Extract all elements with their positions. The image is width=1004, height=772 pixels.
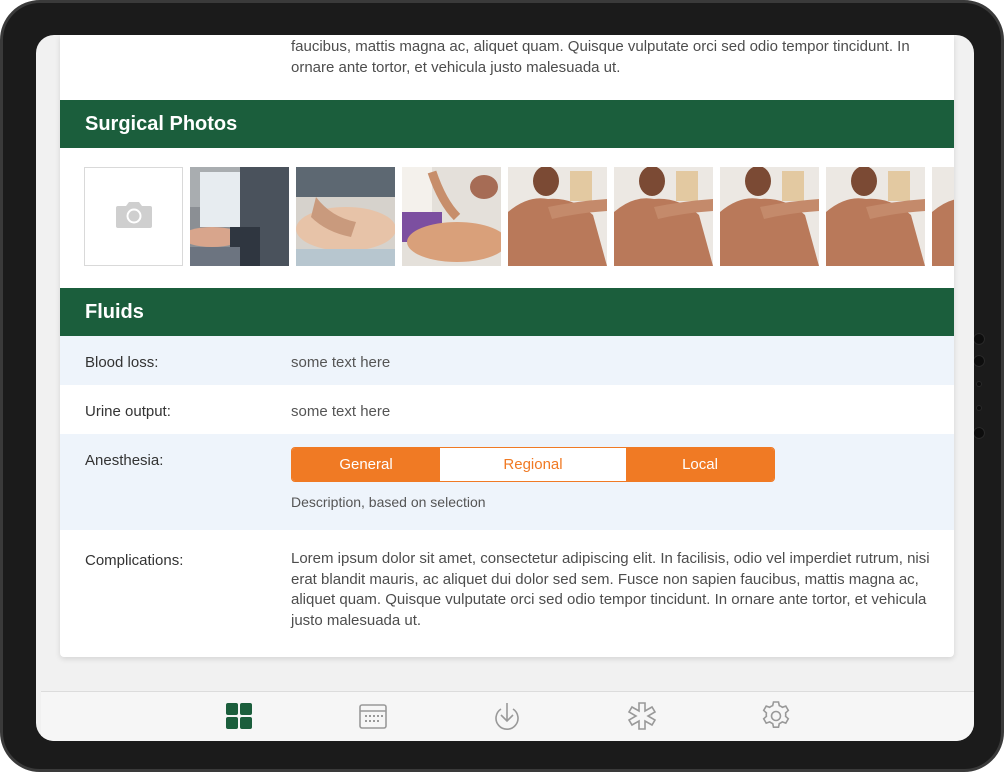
camera-icon <box>114 198 154 235</box>
segment-local[interactable]: Local <box>626 448 774 481</box>
record-card: faucibus, mattis magna ac, aliquet quam.… <box>60 35 954 657</box>
anesthesia-row: Anesthesia: General Regional Local Descr… <box>60 434 954 530</box>
download-icon <box>491 701 523 736</box>
tab-medical[interactable] <box>626 701 658 736</box>
photo-thumbnail[interactable] <box>508 167 607 266</box>
grid-icon <box>225 702 253 735</box>
tablet-frame: faucibus, mattis magna ac, aliquet quam.… <box>0 0 1004 772</box>
tab-dashboard[interactable] <box>223 702 255 734</box>
asterisk-icon <box>627 701 657 736</box>
urine-output-value[interactable]: some text here <box>291 403 390 420</box>
photo-thumbnail[interactable] <box>614 167 713 266</box>
tab-calendar[interactable] <box>357 702 389 734</box>
complications-row: Complications: Lorem ipsum dolor sit ame… <box>60 530 954 657</box>
segment-regional[interactable]: Regional <box>440 448 626 481</box>
blood-loss-value[interactable]: some text here <box>291 354 390 371</box>
calendar-icon <box>358 702 388 735</box>
anesthesia-description: Description, based on selection <box>291 494 486 510</box>
photo-thumbnail[interactable] <box>932 167 954 266</box>
tab-settings[interactable] <box>760 700 792 737</box>
segment-general[interactable]: General <box>292 448 440 481</box>
urine-output-row: Urine output: some text here <box>60 385 954 434</box>
photo-thumbnail[interactable] <box>190 167 289 266</box>
photo-thumbnail[interactable] <box>402 167 501 266</box>
add-photo-button[interactable] <box>84 167 183 266</box>
fluids-header: Fluids <box>60 288 954 336</box>
anesthesia-label: Anesthesia: <box>85 452 164 469</box>
previous-notes-text: faucibus, mattis magna ac, aliquet quam.… <box>291 38 910 76</box>
bottom-tab-bar <box>41 691 974 741</box>
anesthesia-segmented-control[interactable]: General Regional Local <box>291 447 775 482</box>
complications-text[interactable]: Lorem ipsum dolor sit amet, consectetur … <box>291 549 931 631</box>
blood-loss-label: Blood loss: <box>85 354 159 371</box>
photo-thumbnail[interactable] <box>296 167 395 266</box>
photo-thumbnail[interactable] <box>720 167 819 266</box>
urine-output-label: Urine output: <box>85 403 171 420</box>
screen: faucibus, mattis magna ac, aliquet quam.… <box>36 35 974 741</box>
photo-thumbnail[interactable] <box>826 167 925 266</box>
side-buttons <box>973 333 987 443</box>
blood-loss-row: Blood loss: some text here <box>60 336 954 385</box>
photos-strip[interactable] <box>84 167 954 266</box>
tab-download[interactable] <box>491 702 523 734</box>
complications-label: Complications: <box>85 552 184 569</box>
gear-icon <box>760 700 792 737</box>
surgical-photos-header: Surgical Photos <box>60 100 954 148</box>
